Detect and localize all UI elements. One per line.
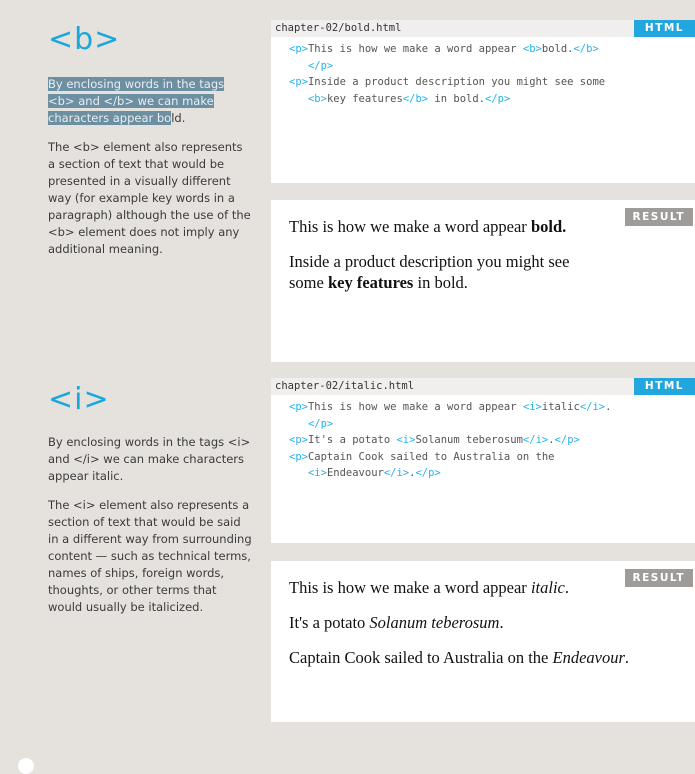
italic-result-panel: RESULT This is how we make a word appear…	[271, 561, 695, 722]
code-tag: <p>	[289, 43, 308, 55]
code-text: bold.	[541, 43, 574, 55]
code-line: </p>	[289, 416, 611, 433]
code-tag: <p>	[289, 76, 308, 88]
code-tag: <p>	[289, 434, 308, 446]
code-panel-header: chapter-02/italic.html HTML	[271, 378, 695, 395]
code-tag: </i>	[522, 434, 549, 446]
code-line: </p>	[289, 58, 605, 75]
code-text: key features	[326, 92, 403, 105]
italic-description-para1: By enclosing words in the tags <i> and <…	[48, 435, 251, 483]
code-tag: <b>	[522, 43, 542, 55]
bold-description-para1: By enclosing words in the tags <b> and </…	[48, 77, 225, 125]
code-text: Inside a product description you might s…	[307, 76, 606, 88]
code-tag: </p>	[485, 92, 511, 105]
code-tag: <i>	[307, 467, 327, 479]
code-text: This is how we make a word appear	[307, 43, 523, 55]
html-badge: HTML	[633, 378, 695, 395]
code-tag: <i>	[522, 401, 542, 413]
code-block: <p>This is how we make a word appear <b>…	[289, 41, 605, 107]
html-badge: HTML	[633, 20, 695, 37]
result-paragraph: Inside a product description you might s…	[289, 252, 570, 292]
italic-code-panel: chapter-02/italic.html HTML <p>This is h…	[271, 378, 695, 543]
italic-section-heading: <i>	[48, 382, 110, 417]
code-line: <p>This is how we make a word appear <b>…	[289, 41, 605, 58]
result-output: This is how we make a word appear bold. …	[289, 216, 569, 293]
code-tag: <p>	[289, 401, 308, 413]
code-line: <p>This is how we make a word appear <i>…	[289, 399, 611, 416]
code-tag: </b>	[402, 92, 429, 105]
result-paragraph: This is how we make a word appear bold.	[289, 217, 567, 236]
code-line: <i>Endeavour</i>.</p>	[289, 465, 611, 482]
code-line: <b>key features</b> in bold.</p>	[289, 91, 605, 108]
code-text: italic	[541, 401, 580, 413]
bold-section-heading: <b>	[48, 22, 121, 57]
result-paragraph: This is how we make a word appear italic…	[289, 578, 569, 597]
code-text: Captain Cook sailed to Australia on the	[307, 450, 555, 463]
result-paragraph: Captain Cook sailed to Australia on the …	[289, 648, 630, 667]
code-line: <p>It's a potato <i>Solanum teberosum</i…	[289, 432, 611, 449]
code-tag: <i>	[396, 434, 416, 446]
code-line: <p>Inside a product description you migh…	[289, 74, 605, 91]
italic-description: By enclosing words in the tags <i> and <…	[48, 434, 253, 628]
italic-description-para2: The <i> element also represents a sectio…	[48, 498, 252, 614]
code-filename: chapter-02/bold.html	[275, 22, 402, 34]
code-tag: </p>	[415, 467, 441, 479]
code-text: Solanum teberosum	[415, 434, 523, 446]
result-paragraph: It's a potato Solanum teberosum.	[289, 613, 504, 632]
code-tag: </i>	[383, 467, 410, 479]
code-text: It's a potato	[307, 434, 397, 446]
code-tag: </p>	[307, 59, 334, 72]
code-text: This is how we make a word appear	[307, 401, 523, 413]
code-tag: <b>	[307, 92, 327, 105]
code-tag: <p>	[289, 450, 308, 463]
bold-result-panel: RESULT This is how we make a word appear…	[271, 200, 695, 362]
result-badge: RESULT	[624, 208, 693, 226]
code-text: .	[605, 401, 612, 413]
bold-description: By enclosing words in the tags <b> and </…	[48, 76, 253, 270]
code-filename: chapter-02/italic.html	[275, 380, 415, 392]
code-tag: </i>	[579, 401, 606, 413]
code-text: Endeavour	[326, 467, 384, 479]
code-panel-header: chapter-02/bold.html HTML	[271, 20, 695, 37]
page-marker	[18, 758, 34, 774]
code-line: <p>Captain Cook sailed to Australia on t…	[289, 449, 611, 466]
bold-code-panel: chapter-02/bold.html HTML <p>This is how…	[271, 20, 695, 183]
bold-description-para2: The <b> element also represents a sectio…	[48, 140, 251, 256]
code-tag: </b>	[573, 43, 599, 55]
code-block: <p>This is how we make a word appear <i>…	[289, 399, 611, 482]
result-badge: RESULT	[624, 569, 693, 587]
code-tag: </p>	[307, 417, 334, 430]
result-output: This is how we make a word appear italic…	[289, 577, 629, 668]
code-tag: </p>	[554, 434, 580, 446]
code-text: in bold.	[428, 92, 485, 105]
